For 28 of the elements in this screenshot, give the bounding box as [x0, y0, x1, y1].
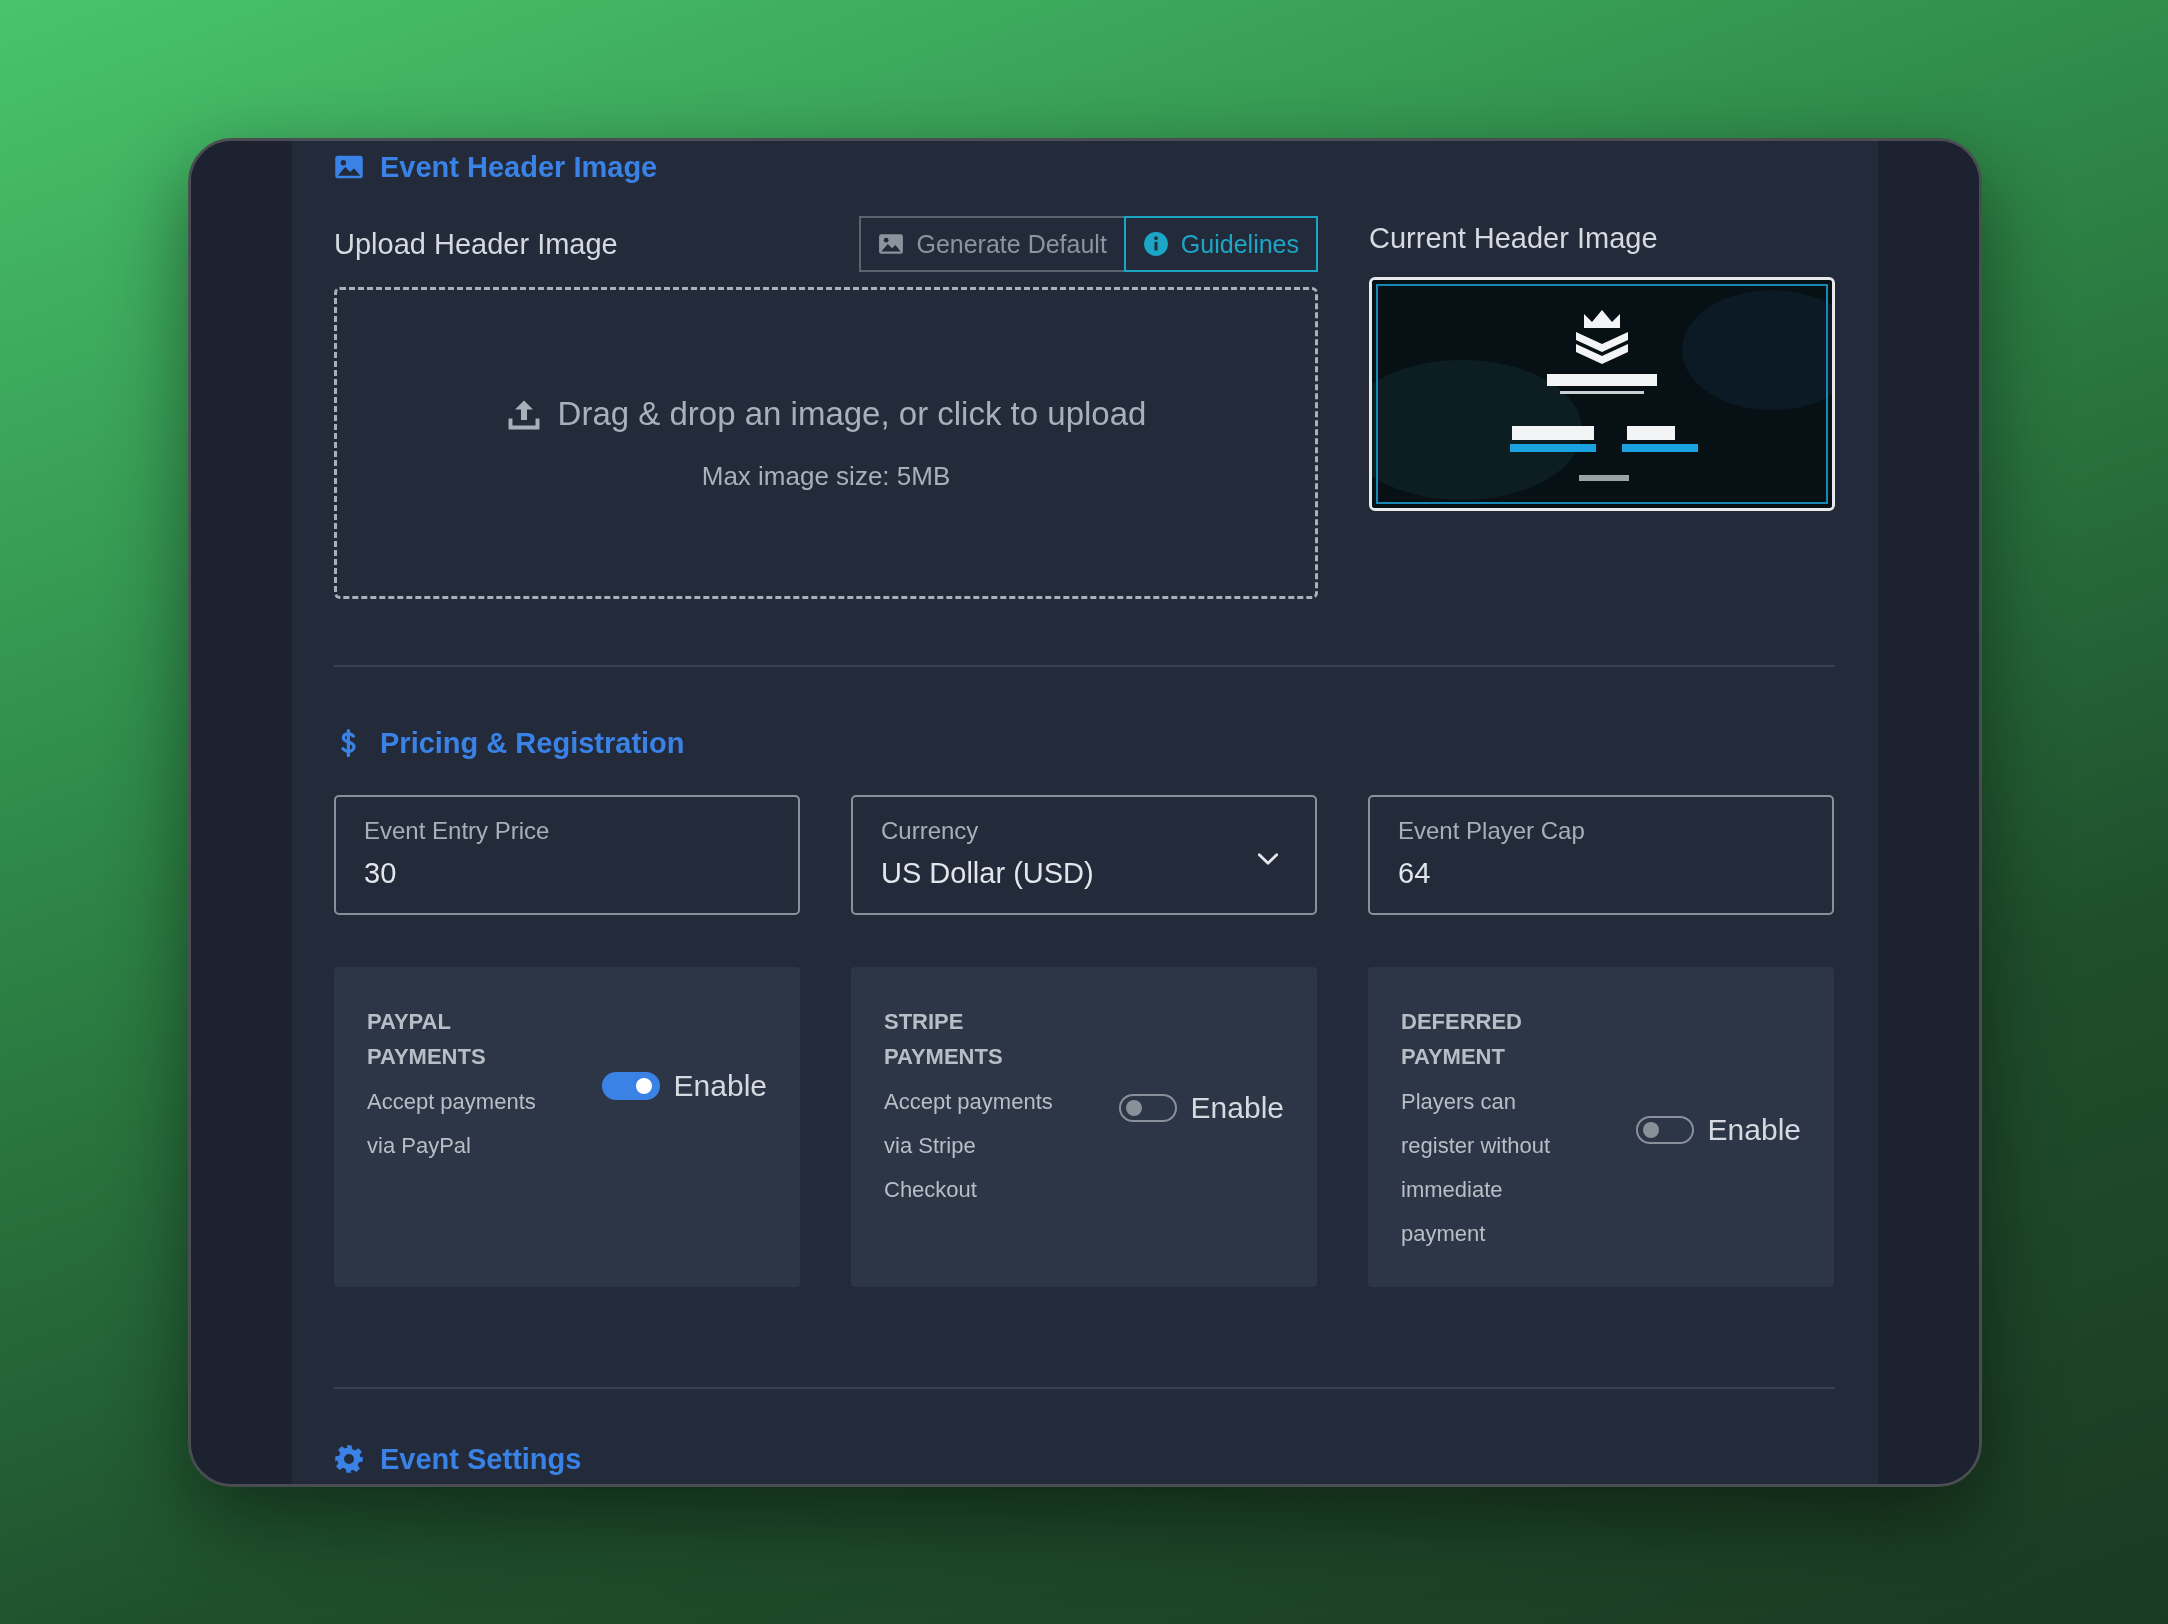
generate-button[interactable]: Generate Default	[859, 216, 1126, 272]
field-label: Current Header Image	[1369, 221, 1658, 255]
section-title: Event Header Image	[380, 150, 658, 184]
card-title: DEFERRED PAYMENT	[1401, 1008, 1523, 1071]
card-description: Players can register without immediate payment	[1401, 1088, 1552, 1248]
section-title: Pricing & Registration	[380, 726, 685, 760]
card-title: STRIPE PAYMENTS	[884, 1008, 1004, 1071]
input-field[interactable]: Event Entry Price 30	[334, 795, 800, 915]
size-hint: Max image size: 5MB	[701, 460, 951, 492]
toggle-switch[interactable]	[601, 1072, 660, 1100]
image-icon	[878, 231, 905, 257]
card-description: Accept payments via Stripe Checkout	[884, 1088, 1054, 1204]
toggle-switch[interactable]	[1118, 1094, 1177, 1122]
settings-icon	[334, 1444, 364, 1474]
toggle-switch[interactable]	[1635, 1116, 1694, 1144]
currency-select[interactable]: Currency US Dollar (USD)	[851, 795, 1317, 915]
card-title: PAYPAL PAYMENTS	[367, 1008, 487, 1071]
toggle-label: Enable	[673, 1069, 767, 1103]
toggle-label: Enable	[1707, 1113, 1801, 1147]
input-field[interactable]: Event Player Cap 64	[1368, 795, 1834, 915]
info-icon	[1142, 231, 1169, 257]
card-description: Accept payments via PayPal	[367, 1088, 537, 1160]
section-title: Event Settings	[380, 1442, 582, 1476]
dropzone-text: Drag & drop an image, or click to upload	[557, 394, 1147, 433]
guidelines-button[interactable]: Guidelines	[1123, 216, 1318, 272]
field-label: Upload Header Image	[334, 227, 618, 261]
upload-dropzone[interactable]: Drag & drop an image, or click to upload Max image size: 5MB	[334, 287, 1318, 599]
toggle-label: Enable	[1190, 1091, 1284, 1125]
